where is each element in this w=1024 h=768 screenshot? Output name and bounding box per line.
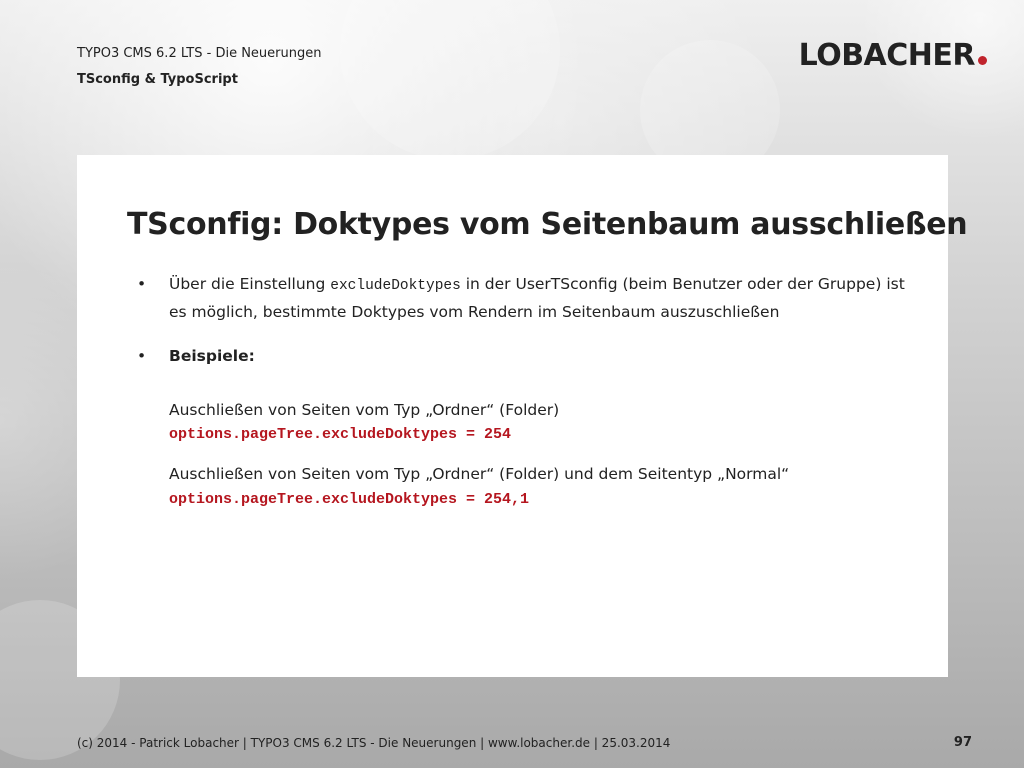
logo-dot [978, 56, 987, 65]
logo: LOBACHER [799, 38, 987, 73]
bullet-marker: • [137, 347, 147, 365]
example-code: options.pageTree.excludeDoktypes = 254,1 [169, 491, 530, 508]
bullet-text-before: Über die Einstellung [169, 275, 331, 293]
bullet-item: • Über die Einstellung excludeDoktypes i… [137, 271, 917, 325]
example-description: Auschließen von Seiten vom Typ „Ordner“ … [169, 401, 560, 419]
example-code: options.pageTree.excludeDoktypes = 254 [169, 426, 512, 443]
page-number: 97 [953, 735, 972, 750]
example-description: Auschließen von Seiten vom Typ „Ordner“ … [169, 465, 790, 483]
section-title: TSconfig & TypoScript [77, 72, 238, 87]
bullet-item: • Beispiele: [137, 343, 917, 369]
footer-text: (c) 2014 - Patrick Lobacher | TYPO3 CMS … [77, 736, 671, 750]
bullet-text: Beispiele: [169, 347, 255, 365]
slide-content: TSconfig: Doktypes vom Seitenbaum aussch… [77, 155, 968, 677]
inline-code: excludeDoktypes [330, 278, 461, 294]
bullet-marker: • [137, 275, 147, 293]
presentation-title: TYPO3 CMS 6.2 LTS - Die Neuerungen [77, 46, 322, 61]
slide-title: TSconfig: Doktypes vom Seitenbaum aussch… [127, 207, 968, 242]
logo-text: LOBACHER [798, 38, 976, 73]
bullet-text: Über die Einstellung excludeDoktypes in … [169, 271, 917, 325]
